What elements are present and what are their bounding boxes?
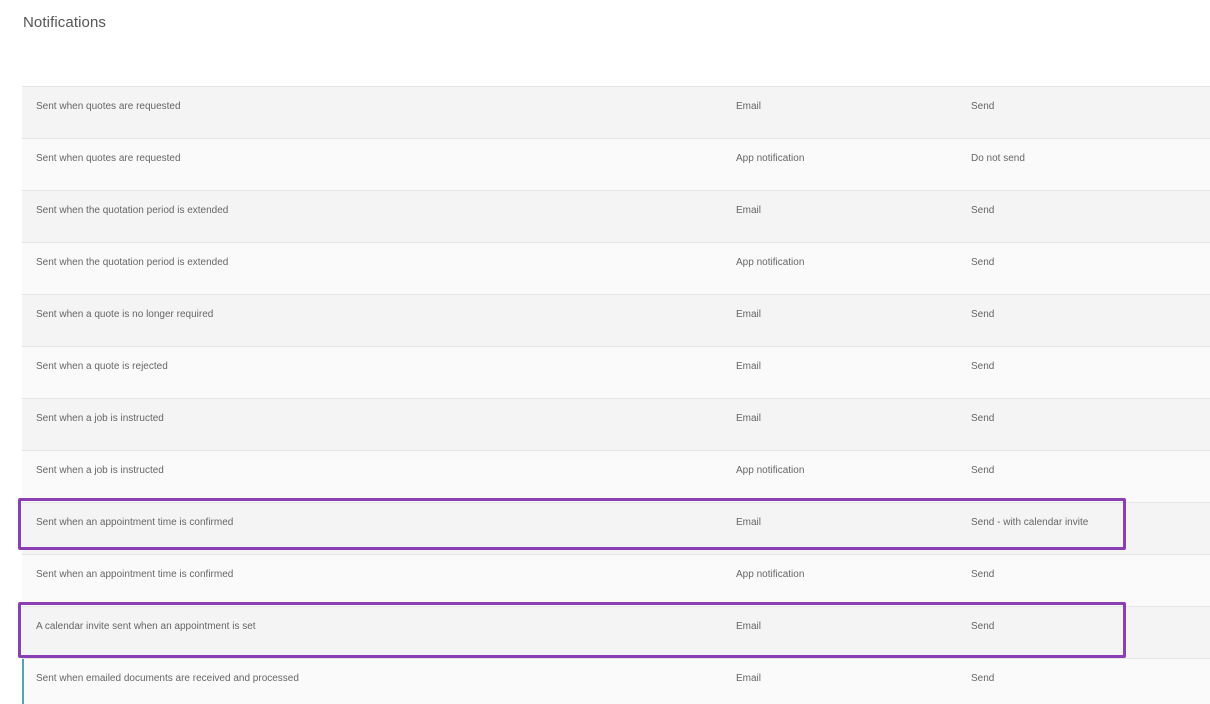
- notification-action: Send: [971, 621, 995, 632]
- table-row[interactable]: Sent when quotes are requested App notif…: [22, 139, 1210, 191]
- table-row[interactable]: Sent when a quote is rejected Email Send: [22, 347, 1210, 399]
- notification-action: Send: [971, 673, 995, 684]
- notification-channel: Email: [736, 205, 762, 216]
- notification-description: Sent when quotes are requested: [36, 101, 181, 112]
- notification-description: Sent when emailed documents are received…: [36, 673, 299, 684]
- notifications-page: Notifications Sent when quotes are reque…: [0, 0, 1210, 704]
- page-title: Notifications: [23, 14, 107, 31]
- notification-description: Sent when a job is instructed: [36, 465, 164, 476]
- notification-channel: App notification: [736, 465, 805, 476]
- notification-channel: Email: [736, 621, 762, 632]
- notification-action: Send: [971, 309, 995, 320]
- notification-action: Send: [971, 361, 995, 372]
- notification-description: Sent when a job is instructed: [36, 413, 164, 424]
- notification-channel: App notification: [736, 257, 805, 268]
- notification-channel: App notification: [736, 569, 805, 580]
- notification-channel: App notification: [736, 153, 805, 164]
- table-row[interactable]: Sent when the quotation period is extend…: [22, 191, 1210, 243]
- notification-action: Send: [971, 465, 995, 476]
- notification-action: Send - with calendar invite: [971, 517, 1089, 528]
- notification-action: Send: [971, 569, 995, 580]
- table-row[interactable]: Sent when the quotation period is extend…: [22, 243, 1210, 295]
- notification-channel: Email: [736, 673, 762, 684]
- notification-description: Sent when quotes are requested: [36, 153, 181, 164]
- table-row[interactable]: Sent when an appointment time is confirm…: [22, 503, 1210, 555]
- table-row[interactable]: Sent when emailed documents are received…: [22, 659, 1210, 704]
- notification-description: Sent when an appointment time is confirm…: [36, 517, 234, 528]
- notification-action: Send: [971, 413, 995, 424]
- notification-channel: Email: [736, 413, 762, 424]
- notifications-table: Sent when quotes are requested Email Sen…: [22, 86, 1210, 704]
- table-row[interactable]: Sent when an appointment time is confirm…: [22, 555, 1210, 607]
- notification-description: A calendar invite sent when an appointme…: [36, 621, 256, 632]
- notification-description: Sent when a quote is no longer required: [36, 309, 214, 320]
- notification-channel: Email: [736, 309, 762, 320]
- notification-channel: Email: [736, 517, 762, 528]
- table-row[interactable]: Sent when a job is instructed App notifi…: [22, 451, 1210, 503]
- notification-description: Sent when an appointment time is confirm…: [36, 569, 234, 580]
- notification-channel: Email: [736, 361, 762, 372]
- table-row[interactable]: Sent when a quote is no longer required …: [22, 295, 1210, 347]
- notification-channel: Email: [736, 101, 762, 112]
- notification-action: Send: [971, 101, 995, 112]
- notification-description: Sent when the quotation period is extend…: [36, 205, 229, 216]
- notification-description: Sent when a quote is rejected: [36, 361, 168, 372]
- notification-action: Send: [971, 205, 995, 216]
- notification-action: Send: [971, 257, 995, 268]
- table-row[interactable]: A calendar invite sent when an appointme…: [22, 607, 1210, 659]
- table-row[interactable]: Sent when quotes are requested Email Sen…: [22, 87, 1210, 139]
- table-row[interactable]: Sent when a job is instructed Email Send: [22, 399, 1210, 451]
- notification-description: Sent when the quotation period is extend…: [36, 257, 229, 268]
- notification-action: Do not send: [971, 153, 1025, 164]
